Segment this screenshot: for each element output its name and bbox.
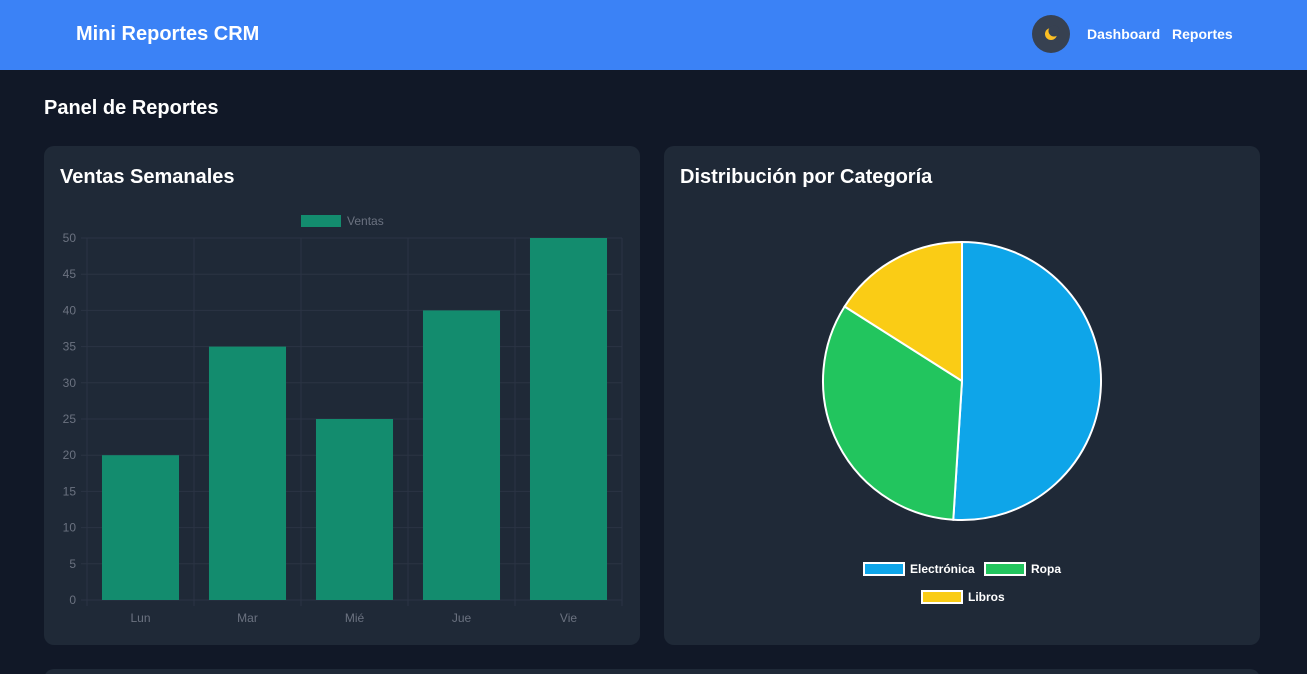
x-tick-label: Vie <box>560 611 577 625</box>
legend-swatch <box>863 562 905 576</box>
nav-link-reportes[interactable]: Reportes <box>1172 26 1233 42</box>
y-tick-label: 30 <box>63 376 77 390</box>
y-tick-label: 50 <box>63 231 77 245</box>
x-tick-label: Mié <box>345 611 365 625</box>
bar <box>422 310 501 600</box>
legend-swatch <box>921 590 963 604</box>
navbar: Mini Reportes CRM Dashboard Reportes <box>0 0 1307 70</box>
y-tick-label: 40 <box>63 303 77 317</box>
legend: Ventas <box>301 214 384 228</box>
page-title: Panel de Reportes <box>44 97 219 119</box>
y-tick-label: 20 <box>63 448 77 462</box>
nav-link-dashboard[interactable]: Dashboard <box>1087 26 1160 42</box>
theme-toggle-button[interactable] <box>1032 15 1070 53</box>
legend-label: Ropa <box>1031 562 1061 576</box>
category-distribution-card: Distribución por Categoría Electrónica Ro… <box>664 146 1260 645</box>
legend-label: Ventas <box>347 214 384 228</box>
legend-swatch <box>984 562 1026 576</box>
y-tick-label: 10 <box>63 521 77 535</box>
y-tick-label: 25 <box>63 412 77 426</box>
moon-icon <box>1045 25 1060 40</box>
x-tick-label: Mar <box>237 611 258 625</box>
legend-item: Ropa <box>984 562 1061 576</box>
legend-item: Electrónica <box>863 562 975 576</box>
legend-label: Electrónica <box>910 562 975 576</box>
bar <box>208 346 287 600</box>
bar <box>529 238 608 600</box>
pie-slice <box>952 240 1102 521</box>
legend-item: Libros <box>921 590 1005 604</box>
weekly-sales-chart: 0 5 10 15 20 25 30 35 40 45 50 Lun Mar Mié Jue Vie Venta… <box>63 214 623 625</box>
y-tick-label: 0 <box>69 593 76 607</box>
bar <box>101 455 180 600</box>
y-tick-label: 5 <box>69 557 76 571</box>
x-tick-label: Lun <box>130 611 150 625</box>
y-tick-label: 45 <box>63 267 77 281</box>
legend-swatch <box>301 215 341 227</box>
legend-label: Libros <box>968 590 1005 604</box>
category-pie-chart: Electrónica Ropa Libros <box>822 240 1102 604</box>
next-card <box>44 669 1260 674</box>
brand-title[interactable]: Mini Reportes CRM <box>76 23 259 46</box>
y-tick-label: 15 <box>63 484 77 498</box>
x-tick-label: Jue <box>452 611 472 625</box>
y-tick-label: 35 <box>63 340 77 354</box>
weekly-sales-card: Ventas Semanales 0 5 10 15 20 25 30 35 40 45 50 Lun… <box>44 146 640 645</box>
bar <box>315 419 394 600</box>
